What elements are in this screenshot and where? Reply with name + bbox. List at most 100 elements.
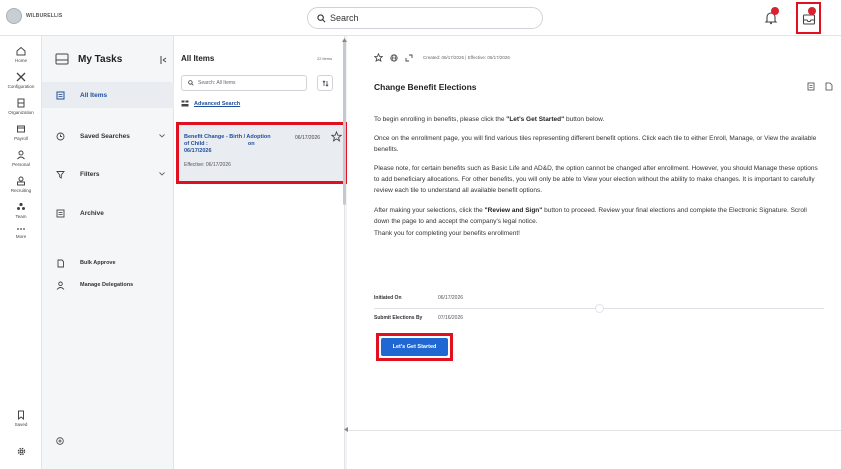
list-title: All Items xyxy=(181,54,215,63)
task-title-part: of Child : xyxy=(184,141,208,147)
detail-horizontal-scrollbar[interactable] xyxy=(347,430,841,431)
tasks-manage-delegations[interactable]: Manage Delegations xyxy=(42,272,174,298)
collapse-panel-icon[interactable] xyxy=(160,56,167,64)
text-bold: "Review and Sign" xyxy=(484,207,543,214)
nav-configuration[interactable]: Configuration xyxy=(0,72,42,89)
detail-meta-row: Created: 06/17/2026 | Effective: 06/17/2… xyxy=(374,53,510,62)
nav-label-home: Home xyxy=(14,58,27,63)
submit-by-value: 07/16/2026 xyxy=(438,315,464,321)
my-tasks-title: My Tasks xyxy=(78,54,123,65)
inbox-button[interactable] xyxy=(796,2,821,34)
instruction-paragraph-4: After making your selections, click the … xyxy=(374,205,820,227)
related-actions-icon[interactable] xyxy=(807,82,815,91)
inbox-badge xyxy=(808,7,816,15)
item-count: 22 items xyxy=(317,56,333,61)
nav-personal[interactable]: Personal xyxy=(0,150,42,167)
global-nav: Home Configuration Organization Payroll … xyxy=(0,36,42,469)
building-icon xyxy=(17,98,25,108)
lets-get-started-button[interactable]: Let's Get Started xyxy=(381,338,448,356)
nav-label-payroll: Payroll xyxy=(14,136,28,141)
chevron-down-icon xyxy=(159,172,165,176)
help-icon[interactable] xyxy=(56,437,64,445)
initiated-on-label: Initiated On xyxy=(374,295,402,301)
advanced-search-icon xyxy=(181,100,189,107)
text-span: After making your selections, click the xyxy=(374,207,485,214)
tasks-item-label: Saved Searches xyxy=(80,132,130,140)
top-bar: WILBURELLIS Search xyxy=(0,0,841,36)
nav-saved[interactable]: Saved xyxy=(0,410,42,427)
collapse-toggle[interactable] xyxy=(595,304,604,313)
globe-icon[interactable] xyxy=(390,53,398,62)
expand-icon[interactable] xyxy=(405,54,413,62)
text-bold: "Let's Get Started" xyxy=(506,116,565,123)
search-icon xyxy=(317,13,326,22)
tasks-item-label: All Items xyxy=(80,91,108,99)
instruction-paragraph-5: Thank you for completing your benefits e… xyxy=(374,230,520,237)
global-search-input[interactable]: Search xyxy=(307,7,543,29)
tasks-saved-searches[interactable]: Saved Searches xyxy=(42,123,174,149)
nav-label-personal: Personal xyxy=(12,162,30,167)
person-icon xyxy=(56,281,65,290)
nav-label-team: Team xyxy=(15,214,27,219)
search-icon xyxy=(188,80,194,86)
instruction-paragraph-3: Please note, for certain benefits such a… xyxy=(374,165,818,194)
logo-icon xyxy=(6,8,22,24)
company-logo[interactable]: WILBURELLIS xyxy=(6,8,62,24)
nav-payroll[interactable]: Payroll xyxy=(0,124,42,141)
filter-icon xyxy=(56,170,65,179)
task-detail-pane: Created: 06/17/2026 | Effective: 06/17/2… xyxy=(347,36,841,469)
task-item-effective: Effective: 06/17/2026 xyxy=(184,162,231,168)
task-title-part: on xyxy=(247,141,255,147)
task-list-item[interactable]: Benefit Change - Birth / Adoption of Chi… xyxy=(176,122,347,184)
home-icon xyxy=(16,46,26,56)
clock-icon xyxy=(56,132,65,140)
text-span: button below. xyxy=(564,116,605,123)
tasks-filters[interactable]: Filters xyxy=(42,161,174,187)
star-icon[interactable] xyxy=(374,53,383,62)
settings-button[interactable] xyxy=(0,446,42,457)
notifications-button[interactable] xyxy=(764,7,784,27)
chevron-down-icon xyxy=(159,134,165,138)
list-search-input[interactable]: Search: All Items xyxy=(181,75,307,91)
advanced-search-link[interactable]: Advanced Search xyxy=(181,100,240,107)
sort-button[interactable] xyxy=(317,75,333,91)
search-placeholder: Search: All Items xyxy=(198,80,236,86)
gear-icon xyxy=(17,447,25,456)
notification-badge xyxy=(771,7,779,15)
nav-recruiting[interactable]: Recruiting xyxy=(0,176,42,193)
more-dots-icon xyxy=(17,228,25,230)
nav-organization[interactable]: Organization xyxy=(0,98,42,115)
tasks-archive[interactable]: Archive xyxy=(42,200,174,226)
instruction-paragraph-1: To begin enrolling in benefits, please c… xyxy=(374,114,820,125)
instruction-paragraph-2: Once on the enrollment page, you will fi… xyxy=(374,135,817,153)
tasks-item-label: Bulk Approve xyxy=(80,260,116,266)
my-tasks-panel: My Tasks All Items Saved Searches Filter… xyxy=(42,36,174,469)
inbox-tray-icon xyxy=(55,53,69,65)
task-title-line2: of Child : on xyxy=(184,141,289,148)
nav-home[interactable]: Home xyxy=(0,46,42,63)
star-icon[interactable] xyxy=(331,131,342,142)
detail-title: Change Benefit Elections xyxy=(374,82,477,92)
nav-label-recruiting: Recruiting xyxy=(10,188,32,193)
scroll-left-arrow-icon[interactable] xyxy=(344,427,348,432)
wallet-icon xyxy=(17,125,25,133)
list-icon xyxy=(56,91,65,99)
tasks-all-items[interactable]: All Items xyxy=(42,82,174,108)
task-title-line: 06/17/2026 xyxy=(184,148,212,154)
task-item-title: Benefit Change - Birth / Adoption of Chi… xyxy=(184,134,289,155)
detail-actions xyxy=(807,82,833,91)
nav-label-organization: Organization xyxy=(8,110,34,115)
tasks-item-label: Archive xyxy=(80,209,104,217)
list-scrollbar[interactable] xyxy=(343,40,346,205)
bookmark-icon xyxy=(18,410,24,420)
tasks-item-label: Filters xyxy=(80,170,100,178)
nav-label-configuration: Configuration xyxy=(7,84,35,89)
person-icon xyxy=(17,150,25,160)
nav-more[interactable]: More xyxy=(0,226,42,239)
task-item-date: 06/17/2026 xyxy=(295,135,321,141)
pdf-export-icon[interactable] xyxy=(825,82,833,91)
nav-team[interactable]: Team xyxy=(0,202,42,219)
text-span: To begin enrolling in benefits, please c… xyxy=(374,116,507,123)
document-check-icon xyxy=(57,259,64,267)
advanced-search-label: Advanced Search xyxy=(194,100,241,107)
